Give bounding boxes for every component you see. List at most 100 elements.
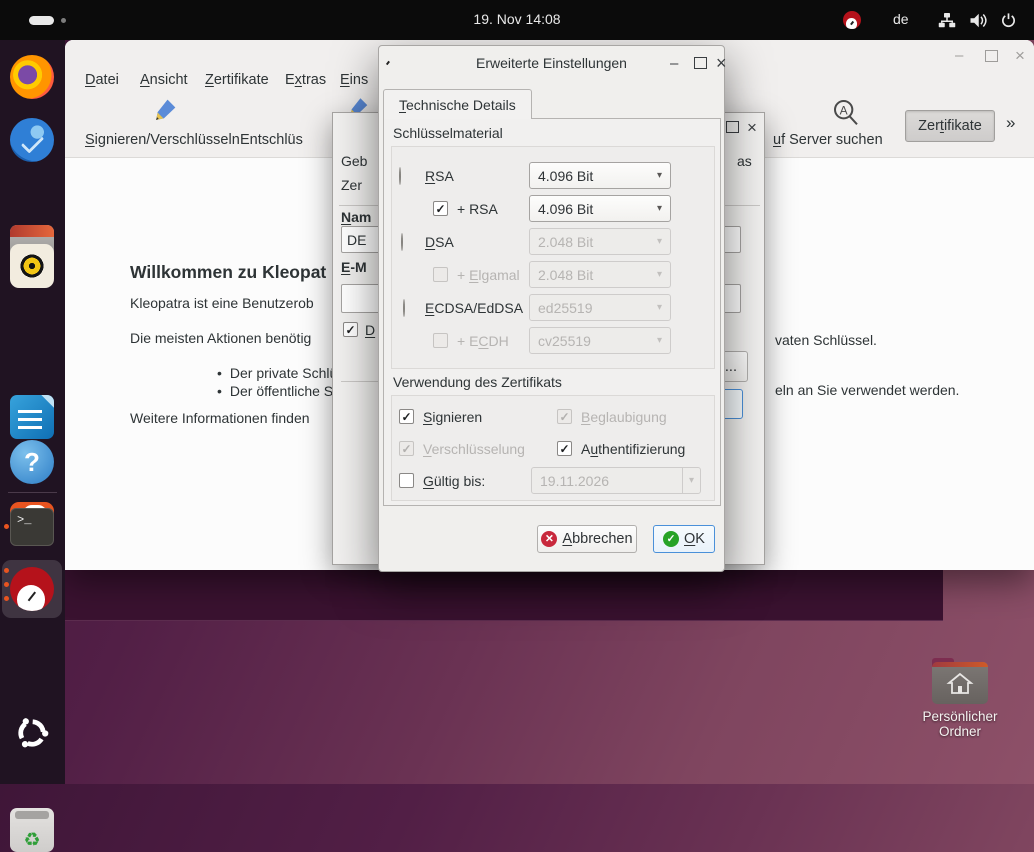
rsa-bits-select[interactable]: 4.096 Bit ▾ [529, 162, 671, 189]
close-icon[interactable]: × [716, 54, 727, 72]
background-window [65, 570, 943, 621]
encrypt-checkbox: ✓ [399, 441, 414, 456]
kleopatra-tray-icon[interactable] [843, 11, 861, 29]
firefox-icon[interactable] [10, 55, 54, 99]
welcome-fragment-right1: vaten Schlüssel. [775, 332, 877, 348]
certificates-label: Zertifikate [918, 118, 982, 134]
menu-zertifikate[interactable]: Zertifikate [205, 72, 269, 88]
chevron-down-icon: ▾ [656, 302, 662, 313]
dock-divider [8, 492, 57, 493]
authenticate-checkbox[interactable]: ✓ [557, 441, 572, 456]
protect-key-checkbox[interactable]: ✓ [343, 322, 358, 337]
plus-rsa-label: + RSA [457, 201, 498, 217]
dsa-radio[interactable] [401, 233, 403, 251]
ok-icon: ✓ [663, 531, 680, 547]
dsa-label: DSA [425, 234, 454, 250]
cancel-button[interactable]: ✕ Abbrechen [537, 525, 637, 553]
svg-text:A: A [840, 103, 848, 117]
wizard-text-line1: Geb [341, 153, 368, 169]
welcome-heading: Willkommen zu Kleopat [130, 262, 327, 282]
divider [341, 381, 379, 382]
top-bar: 19. Nov 14:08 de [0, 0, 1034, 40]
menu-ansicht[interactable]: Ansicht [140, 72, 188, 88]
chevron-down-icon: ▾ [656, 170, 662, 181]
sign-encrypt-icon [153, 96, 180, 125]
advanced-settings-dialog: Erweiterte Einstellungen – × Technische … [378, 45, 727, 572]
section-usage: Verwendung des Zertifikats [393, 374, 562, 390]
menu-einstellungen[interactable]: Eins [340, 72, 368, 88]
dsa-bits-select: 2.048 Bit ▾ [529, 228, 671, 255]
sign-label: Signieren [423, 409, 483, 425]
plus-rsa-checkbox[interactable]: ✓ [433, 201, 448, 216]
ubuntu-logo-icon[interactable] [14, 715, 50, 756]
help-icon[interactable]: ? [10, 440, 54, 484]
dock: A ? >_ ♻ [0, 40, 65, 852]
clock[interactable]: 19. Nov 14:08 [0, 11, 1034, 27]
bullet-icon: • [217, 383, 222, 399]
chevron-down-icon: ▾ [656, 269, 662, 280]
ecdh-curve-select: cv25519 ▾ [529, 327, 671, 354]
maximize-icon[interactable] [726, 121, 739, 136]
kleopatra-active-highlight[interactable] [2, 560, 62, 618]
minimize-icon[interactable]: – [955, 48, 963, 63]
toolbar-sign-encrypt[interactable]: Signieren/Verschlüsseln [85, 132, 240, 148]
power-icon[interactable] [1000, 12, 1017, 29]
trash-icon[interactable]: ♻ [10, 808, 54, 852]
toolbar-decrypt-fragment[interactable]: Entschlüs [240, 132, 303, 148]
welcome-footer: Weitere Informationen finden [130, 410, 310, 426]
bullet-icon: • [217, 365, 222, 381]
maximize-icon[interactable] [985, 50, 998, 65]
ecdsa-radio[interactable] [403, 299, 405, 317]
certify-checkbox: ✓ [557, 409, 572, 424]
maximize-icon[interactable] [694, 57, 707, 72]
ok-button[interactable]: ✓ OK [653, 525, 715, 553]
plus-ecdh-checkbox: ✓ [433, 333, 448, 348]
plus-elgamal-checkbox: ✓ [433, 267, 448, 282]
kleopatra-running-dot [4, 582, 9, 587]
welcome-line2: Die meisten Aktionen benötig [130, 330, 312, 346]
chevron-down-icon: ▾ [656, 236, 662, 247]
libreoffice-writer-icon[interactable] [10, 395, 54, 439]
encrypt-label: Verschlüsselung [423, 441, 525, 457]
home-label-line1: Persönlicher [922, 709, 998, 724]
terminal-icon[interactable]: >_ [10, 508, 54, 546]
chevron-down-icon: ▾ [656, 203, 662, 214]
ecdsa-curve-select: ed25519 ▾ [529, 294, 671, 321]
chevron-down-icon: ▾ [656, 335, 662, 346]
section-key-material: Schlüsselmaterial [393, 125, 503, 141]
menu-extras[interactable]: Extras [285, 72, 326, 88]
rsa-radio[interactable] [399, 167, 401, 185]
folder-icon [932, 658, 988, 704]
plus-rsa-bits-select[interactable]: 4.096 Bit ▾ [529, 195, 671, 222]
elgamal-bits-select: 2.048 Bit ▾ [529, 261, 671, 288]
wizard-text-line2: Zer [341, 177, 362, 193]
ecdsa-label: ECDSA/EdDSA [425, 300, 524, 316]
wizard-text-line1-right: as [737, 153, 752, 169]
kleopatra-running-dot [4, 596, 9, 601]
certificates-toggle-button[interactable]: Zertifikate [905, 110, 995, 142]
toolbar-overflow-chevron[interactable]: » [1006, 113, 1015, 133]
menu-datei[interactable]: Datei [85, 72, 119, 88]
name-label: Nam [341, 209, 372, 225]
welcome-fragment-right2: eln an Sie verwendet werden. [775, 382, 960, 398]
valid-until-label: Gültig bis: [423, 473, 486, 489]
close-icon[interactable]: × [747, 119, 757, 136]
valid-until-checkbox[interactable]: ✓ [399, 473, 414, 488]
minimize-icon[interactable]: – [670, 56, 678, 71]
sign-checkbox[interactable]: ✓ [399, 409, 414, 424]
volume-icon[interactable] [969, 12, 987, 29]
kleopatra-running-dot [4, 568, 9, 573]
rsa-label: RSA [425, 168, 454, 184]
valid-until-date-select: 19.11.2026 ▾ [531, 467, 701, 494]
chevron-down-icon: ▾ [681, 468, 700, 493]
search-on-server-icon: A [828, 97, 862, 133]
thunderbird-icon[interactable] [10, 118, 54, 162]
tab-technische-details[interactable]: Technische Details [383, 89, 532, 119]
home-folder-desktop-icon[interactable]: Persönlicher Ordner [905, 658, 1015, 739]
network-icon[interactable] [938, 12, 956, 29]
keyboard-layout-indicator[interactable]: de [893, 11, 909, 27]
toolbar-search-server[interactable]: uf Server suchen [773, 132, 883, 148]
home-label-line2: Ordner [938, 724, 982, 739]
rhythmbox-icon[interactable] [10, 244, 54, 288]
close-icon[interactable]: × [1015, 47, 1025, 64]
